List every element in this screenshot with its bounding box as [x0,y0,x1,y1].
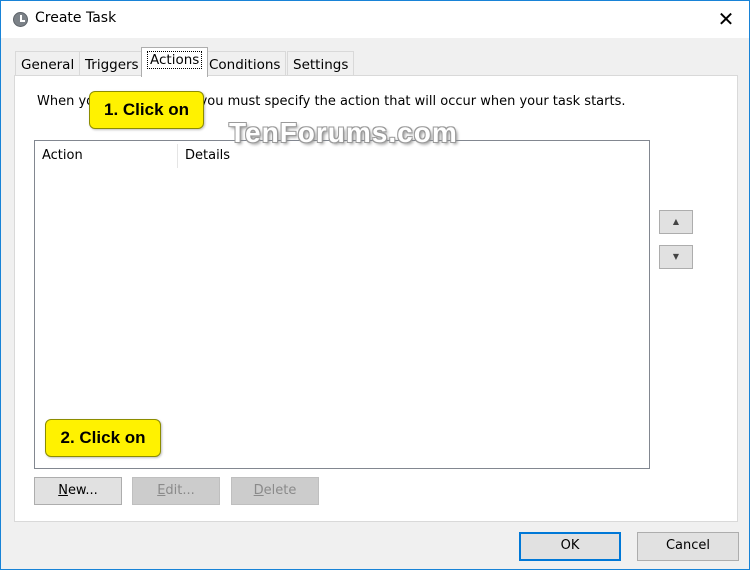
column-header-action[interactable]: Action [42,148,83,163]
move-up-button[interactable]: ▲ [659,210,693,234]
triangle-up-icon: ▲ [672,217,680,226]
delete-button[interactable]: Delete [231,477,319,505]
window-title: Create Task [35,10,117,26]
column-separator[interactable] [177,144,178,168]
ok-button[interactable]: OK [519,532,621,561]
new-button-accesskey: N [58,483,68,498]
tab-actions[interactable]: Actions [141,47,209,77]
triangle-down-icon: ▼ [672,252,680,261]
callout-step-2: 2. Click on [45,419,161,457]
close-button[interactable]: ✕ [713,7,739,33]
cancel-button[interactable]: Cancel [637,532,739,561]
column-header-details[interactable]: Details [185,148,230,163]
delete-button-accesskey: D [253,483,264,498]
clock-icon [13,12,28,27]
tab-settings[interactable]: Settings [287,51,355,76]
edit-button[interactable]: Edit... [132,477,220,505]
callout-step-1: 1. Click on [89,91,204,129]
move-down-button[interactable]: ▼ [659,245,693,269]
delete-button-label: elete [263,483,297,498]
create-task-window: Create Task ✕ General Triggers Actions C… [0,0,750,570]
tab-conditions[interactable]: Conditions [203,51,287,76]
edit-button-label: dit... [165,483,195,498]
title-bar: Create Task ✕ [1,1,749,38]
tab-triggers[interactable]: Triggers [79,51,145,76]
close-icon: ✕ [717,7,735,31]
tab-general[interactable]: General [15,51,81,76]
watermark-text: TenForums.com [229,117,458,148]
tab-actions-label: Actions [147,51,203,69]
new-button[interactable]: New... [34,477,122,505]
new-button-label: ew... [67,483,98,498]
